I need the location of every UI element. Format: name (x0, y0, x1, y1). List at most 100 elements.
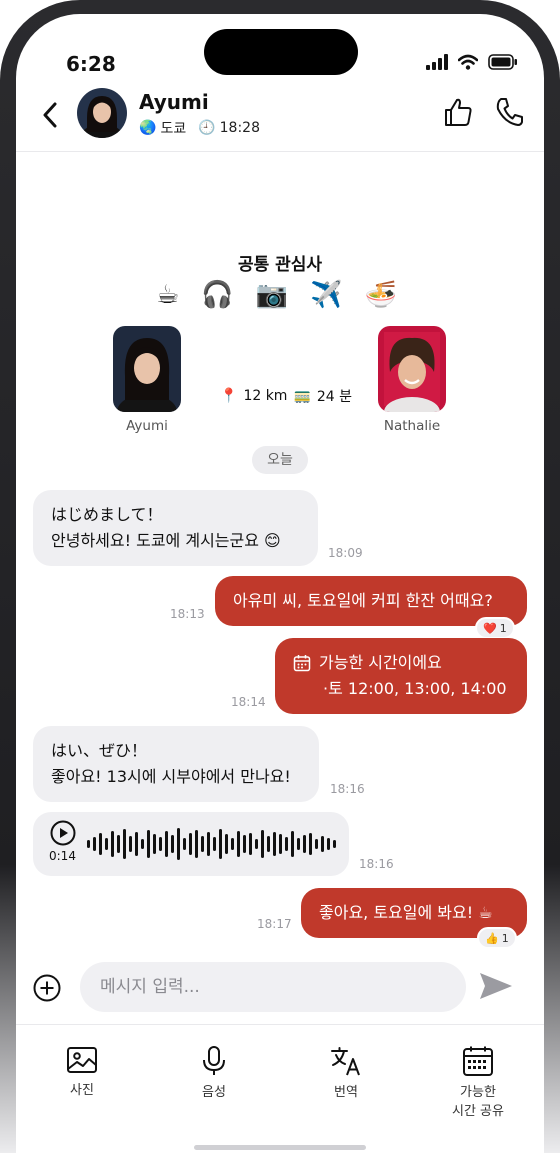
ayumi-photo (113, 326, 181, 412)
message-time: 18:16 (330, 782, 365, 796)
profile-name-ayumi: Ayumi (126, 418, 168, 434)
translate-button[interactable]: 번역 (280, 1025, 412, 1153)
waveform-bar (279, 834, 282, 854)
translate-icon (331, 1047, 360, 1076)
waveform-bar (135, 832, 138, 856)
pin-icon: 📍 (220, 388, 238, 404)
waveform-bar (105, 838, 108, 850)
waveform-bar (189, 833, 192, 855)
waveform-bar (297, 838, 300, 850)
train-icon: 🚃 (293, 388, 311, 404)
voice-message[interactable]: 0:14 (33, 812, 349, 876)
message-composer (16, 962, 544, 1014)
dynamic-island (204, 29, 358, 75)
status-time: 6:28 (66, 52, 116, 76)
waveform-bar (177, 828, 180, 860)
phone-frame: 6:28 Ayumi 🌏 도쿄 🕘 18:28 공통 관심사 ☕ 🎧 📷 ✈️ … (0, 0, 560, 1153)
waveform-bar (237, 831, 240, 857)
wifi-icon (458, 54, 478, 70)
profile-card-nathalie[interactable]: Nathalie (367, 326, 457, 434)
waveform-bar (273, 832, 276, 856)
reaction-count: 1 (499, 621, 507, 635)
camera-icon: 📷 (255, 280, 289, 310)
waveform-bar (321, 836, 324, 852)
profile-card-ayumi[interactable]: Ayumi (102, 326, 192, 434)
contact-name: Ayumi (139, 90, 209, 114)
waveform-bar (129, 836, 132, 852)
waveform-bar (207, 832, 210, 856)
reaction-count: 1 (501, 931, 509, 945)
message-text: 좋아요, 토요일에 봐요! ☕ (319, 903, 493, 922)
waveform-bar (123, 829, 126, 859)
contact-info: 🌏 도쿄 🕘 18:28 (139, 118, 260, 138)
voice-button[interactable]: 음성 (148, 1025, 280, 1153)
headphones-icon: 🎧 (201, 280, 234, 310)
message-text: 아유미 씨, 토요일에 커피 한잔 어때요? (233, 591, 493, 610)
waveform-bar (195, 830, 198, 858)
shared-interests-list: ☕ 🎧 📷 ✈️ 🍜 (156, 280, 397, 310)
waveform-bar (333, 840, 336, 848)
waveform-bar (225, 834, 228, 854)
availability-header: 가능한 시간이에요 (293, 650, 509, 676)
message-input[interactable] (80, 962, 466, 1012)
waveform-bar (93, 837, 96, 851)
waveform-bar (171, 835, 174, 853)
status-icons (426, 54, 518, 70)
waveform-bar (219, 829, 222, 859)
share-availability-button[interactable]: 가능한 시간 공유 (412, 1025, 544, 1153)
waveform-bar (201, 836, 204, 852)
message-time: 18:13 (170, 607, 205, 621)
waveform-bar (183, 838, 186, 850)
shared-interests-title: 공통 관심사 (237, 255, 323, 275)
ramen-icon: 🍜 (364, 280, 397, 310)
waveform-bar (285, 837, 288, 851)
message-time: 18:16 (359, 857, 394, 871)
photo-button[interactable]: 사진 (16, 1025, 148, 1153)
message-line: 좋아요! 13시에 시부야에서 만나요! (51, 767, 291, 786)
waveform-bar (159, 837, 162, 851)
chat-screen: 6:28 Ayumi 🌏 도쿄 🕘 18:28 공통 관심사 ☕ 🎧 📷 ✈️ … (16, 14, 544, 1153)
reaction-badge[interactable]: 👍 1 (477, 927, 517, 949)
play-icon[interactable] (50, 820, 76, 846)
waveform-bar (99, 833, 102, 855)
voice-label: 음성 (202, 1085, 226, 1100)
message-line: はじめまして！ (51, 505, 163, 524)
waveform-bar (165, 831, 168, 857)
voice-duration: 0:14 (49, 849, 76, 863)
distance-info: 📍 12 km 🚃 24 분 (220, 386, 352, 406)
chat-header: Ayumi 🌏 도쿄 🕘 18:28 (16, 86, 544, 152)
clock-icon: 🕘 (198, 120, 216, 136)
message-incoming[interactable]: はい、ぜひ！ 좋아요! 13시에 시부야에서 만나요! (33, 726, 319, 802)
contact-location: 도쿄 (160, 121, 187, 137)
availability-card[interactable]: 가능한 시간이에요 ·토 12:00, 13:00, 14:00 (275, 638, 527, 714)
availability-slots: ·토 12:00, 13:00, 14:00 (323, 679, 507, 698)
send-icon[interactable] (478, 970, 514, 1002)
header-actions (442, 96, 524, 128)
waveform-bar (141, 839, 144, 849)
photo-icon (67, 1047, 97, 1073)
microphone-icon (203, 1046, 225, 1075)
bottom-toolbar: 사진 음성 번역 가능한 시간 공유 (16, 1024, 544, 1153)
message-incoming[interactable]: はじめまして！ 안녕하세요! 도쿄에 계시는군요 😊 (33, 490, 318, 566)
waveform-bar (231, 838, 234, 850)
translate-label: 번역 (334, 1085, 358, 1100)
thumbs-up-icon[interactable] (442, 96, 474, 128)
share-availability-label-line2: 시간 공유 (452, 1104, 504, 1119)
contact-avatar[interactable] (77, 88, 127, 138)
waveform-bar (303, 835, 306, 853)
calendar-icon (293, 655, 311, 672)
waveform-bar (153, 834, 156, 854)
waveform-bar (249, 833, 252, 855)
phone-call-icon[interactable] (494, 96, 524, 128)
distance-value: 12 km (243, 388, 288, 404)
calendar-grid-icon (463, 1046, 493, 1076)
photo-label: 사진 (70, 1083, 94, 1098)
nathalie-photo (378, 326, 446, 412)
waveform-bar (111, 831, 114, 857)
reaction-badge[interactable]: ❤️ 1 (475, 617, 515, 639)
message-time: 18:17 (257, 917, 292, 931)
back-chevron-icon[interactable] (38, 100, 62, 130)
availability-title: 가능한 시간이에요 (319, 653, 442, 672)
add-attachment-icon[interactable] (33, 974, 61, 1002)
message-line: はい、ぜひ！ (51, 741, 148, 760)
